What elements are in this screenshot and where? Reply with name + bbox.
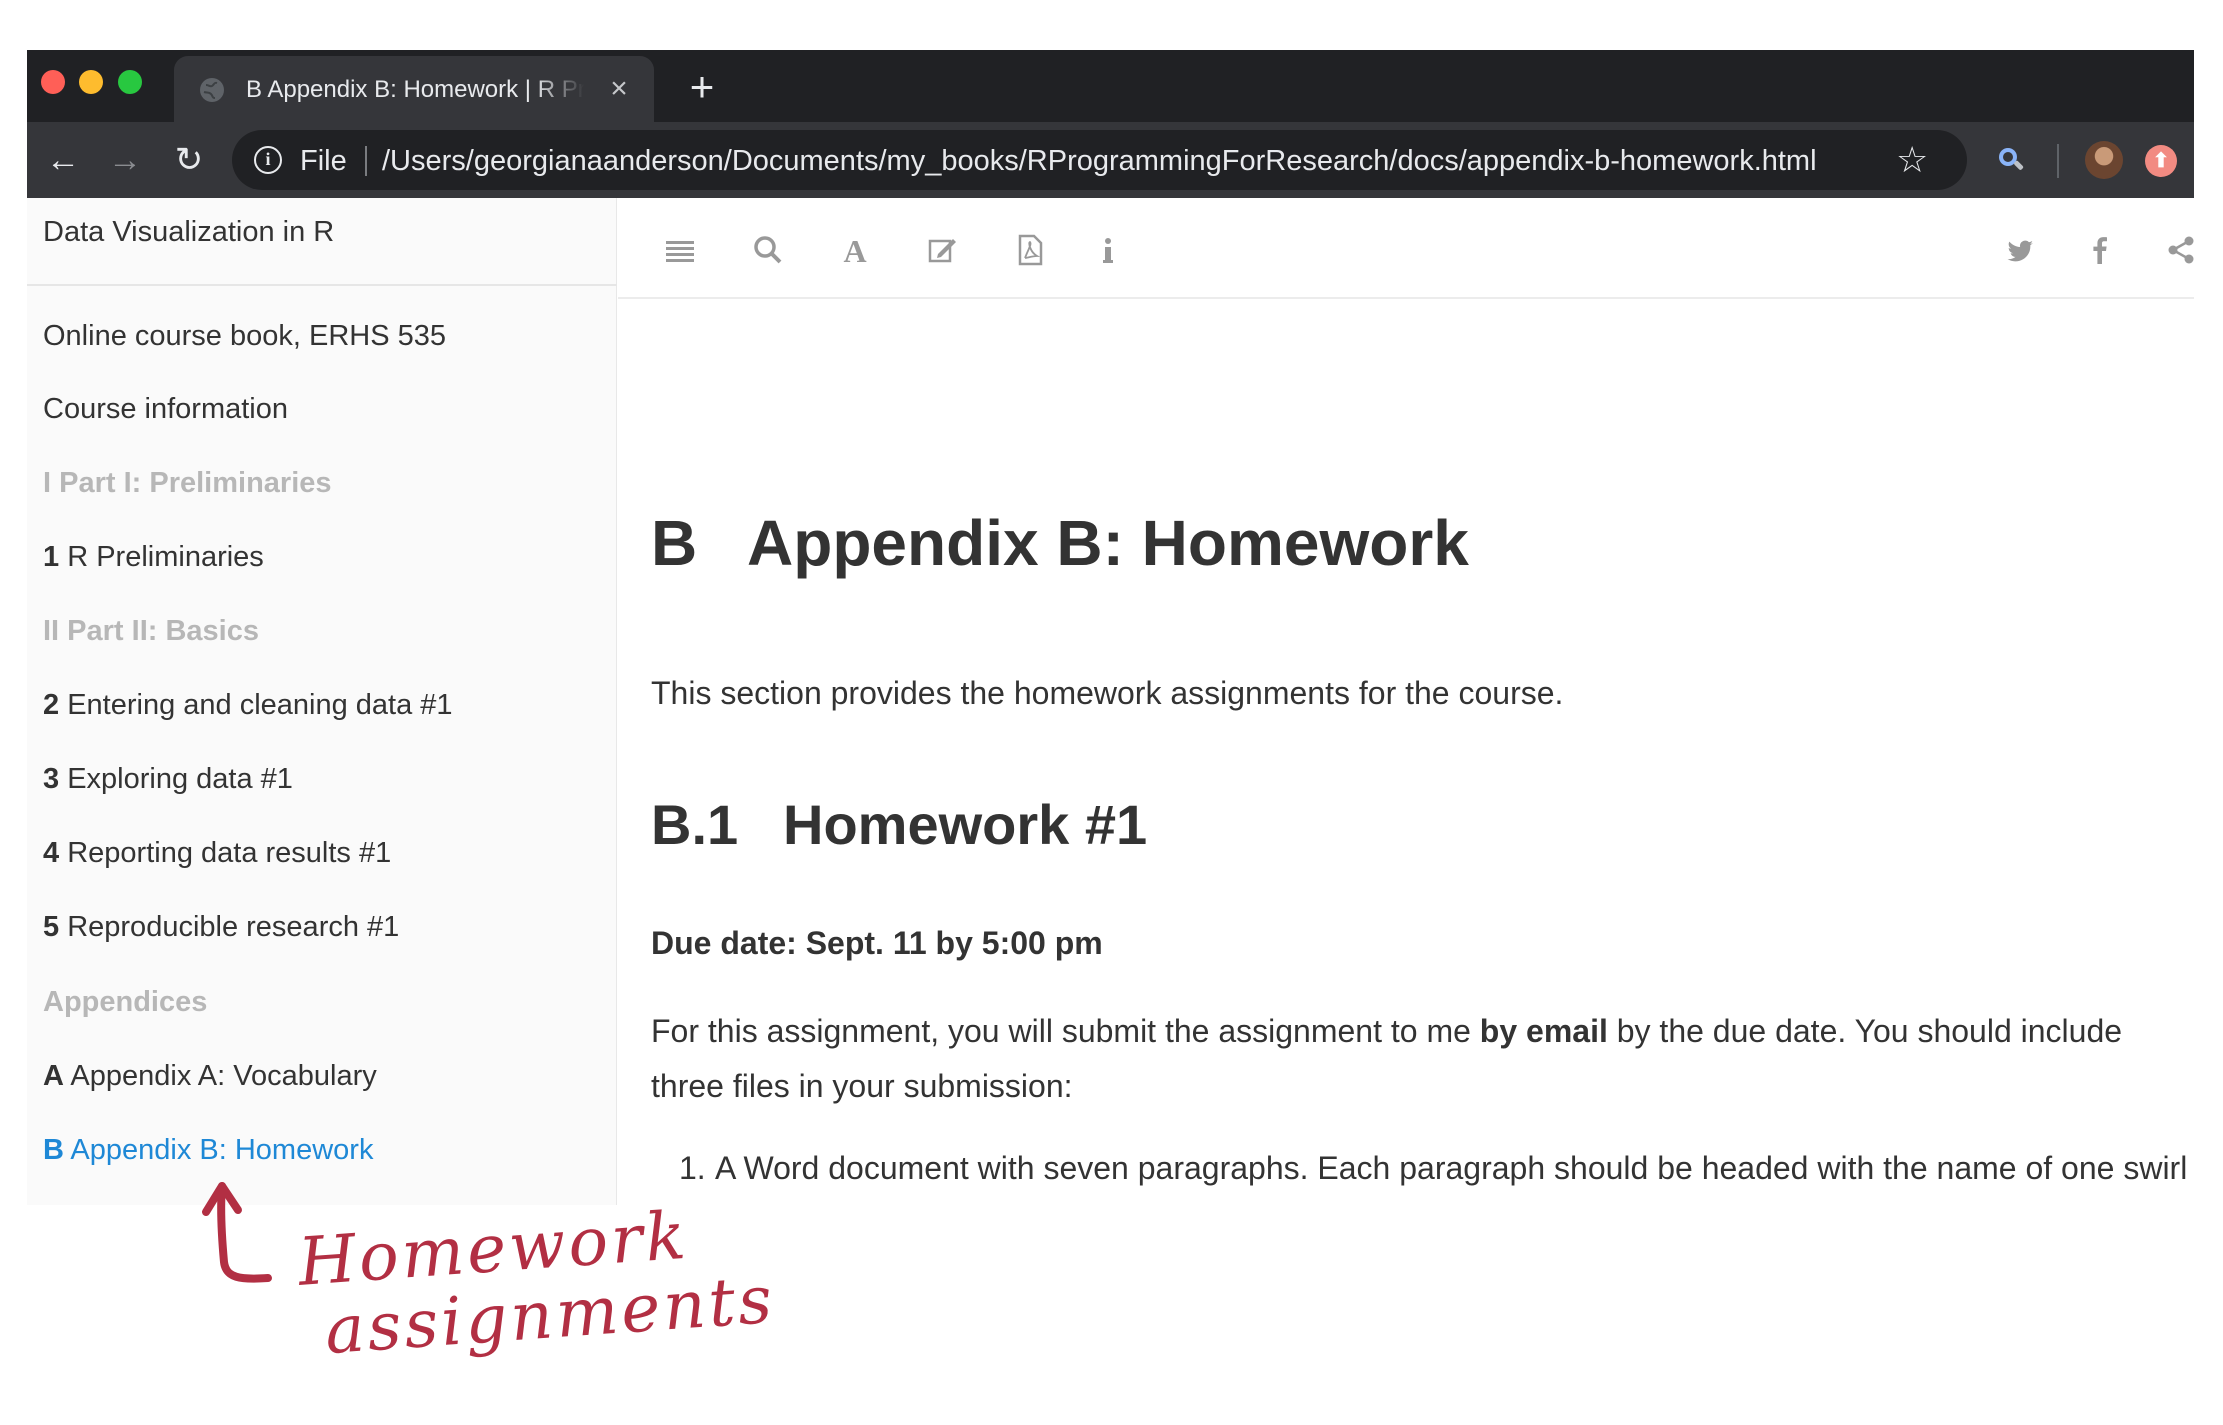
sidebar-part-appendices: Appendices (43, 986, 208, 1018)
due-date: Due date: Sept. 11 by 5:00 pm (651, 925, 1103, 961)
bookmark-star-icon[interactable]: ☆ (1896, 140, 1928, 180)
intro-paragraph: This section provides the homework assig… (651, 675, 1564, 711)
back-button[interactable]: ← (41, 138, 85, 182)
chapter-number: 5 (43, 911, 60, 943)
sidebar-item-exploring-data[interactable]: 3 Exploring data #1 (43, 761, 293, 797)
sidebar-part-preliminaries: I Part I: Preliminaries (43, 467, 332, 499)
font-settings-icon[interactable]: A (835, 230, 875, 270)
pdf-download-icon[interactable] (1010, 230, 1050, 270)
sidebar-item-course-information[interactable]: Course information (43, 391, 288, 427)
close-window-button[interactable] (41, 70, 65, 94)
chapter-number: 2 (43, 689, 60, 721)
book-title[interactable]: Data Visualization in R (43, 214, 334, 250)
url-scheme: File (300, 145, 347, 177)
url-separator (365, 146, 367, 176)
chapter-label: Appendix B: Homework (70, 1134, 374, 1166)
sidebar-item-appendix-b[interactable]: B Appendix B: Homework (43, 1132, 373, 1168)
site-info-icon[interactable]: i (254, 146, 282, 174)
chapter-number: B (43, 1134, 64, 1166)
chapter-number: A (43, 1060, 64, 1092)
chapter-number: B (651, 507, 698, 579)
chapter-title: B Appendix B: Homework (651, 505, 1469, 581)
chapter-label: Appendix A: Vocabulary (70, 1060, 377, 1092)
chapter-label: R Preliminaries (67, 541, 264, 573)
page-viewport: Data Visualization in R Online course bo… (27, 198, 2194, 1205)
url-text[interactable]: /Users/georgianaanderson/Documents/my_bo… (382, 145, 1817, 177)
book-sidebar: Data Visualization in R Online course bo… (27, 198, 617, 1205)
tab-strip: B Appendix B: Homework | R Pr × + (27, 50, 2194, 122)
forward-button[interactable]: → (103, 138, 147, 182)
sidebar-item-entering-cleaning-data[interactable]: 2 Entering and cleaning data #1 (43, 687, 453, 723)
sidebar-item-online-course-book[interactable]: Online course book, ERHS 535 (43, 318, 446, 354)
sidebar-item-r-preliminaries[interactable]: 1 R Preliminaries (43, 539, 264, 575)
tab-active[interactable]: B Appendix B: Homework | R Pr × (174, 56, 654, 122)
section-number: B.1 (651, 793, 739, 856)
update-icon[interactable]: ⬆ (2145, 145, 2177, 177)
info-icon[interactable] (1088, 230, 1128, 270)
browser-window: B Appendix B: Homework | R Pr × + ← → ↻ … (27, 50, 2194, 1205)
profile-avatar[interactable] (2085, 141, 2123, 179)
chapter-label: Reproducible research #1 (67, 911, 400, 943)
toc-toggle-icon[interactable] (660, 230, 700, 270)
maximize-window-button[interactable] (118, 70, 142, 94)
globe-icon (200, 78, 224, 102)
browser-toolbar: ← → ↻ i File /Users/georgianaanderson/Do… (27, 122, 2194, 198)
chapter-label: Reporting data results #1 (67, 837, 392, 869)
sidebar-divider (27, 284, 617, 286)
share-icon[interactable] (2161, 230, 2194, 270)
sidebar-item-appendix-a[interactable]: A Appendix A: Vocabulary (43, 1058, 377, 1094)
sidebar-item-reporting-data-results[interactable]: 4 Reporting data results #1 (43, 835, 391, 871)
chapter-label: Exploring data #1 (67, 763, 293, 795)
search-icon[interactable] (748, 230, 788, 270)
close-tab-icon[interactable]: × (604, 74, 634, 104)
chapter-label: Entering and cleaning data #1 (67, 689, 453, 721)
chapter-title-text: Appendix B: Homework (747, 507, 1469, 579)
reload-button[interactable]: ↻ (167, 138, 211, 182)
handwritten-annotation: Homework assignments (200, 1180, 777, 1425)
facebook-icon[interactable] (2080, 230, 2120, 270)
emphasis-by-email: by email (1479, 1013, 1608, 1049)
extension-icon[interactable] (1995, 144, 2027, 176)
chapter-number: 3 (43, 763, 60, 795)
toolbar-divider (2057, 144, 2059, 178)
annotation-text: Homework assignments (296, 1195, 778, 1369)
new-tab-button[interactable]: + (682, 66, 722, 108)
edit-icon[interactable] (923, 230, 963, 270)
chapter-number: 1 (43, 541, 60, 573)
sidebar-item-reproducible-research[interactable]: 5 Reproducible research #1 (43, 909, 399, 945)
submission-paragraph: For this assignment, you will submit the… (651, 1013, 2123, 1104)
section-title: B.1 Homework #1 (651, 791, 1147, 859)
list-item: A Word document with seven paragraphs. E… (715, 1150, 2188, 1186)
twitter-icon[interactable] (2000, 230, 2040, 270)
address-bar[interactable]: i File /Users/georgianaanderson/Document… (232, 130, 1967, 190)
book-header: A (618, 198, 2194, 299)
minimize-window-button[interactable] (79, 70, 103, 94)
sidebar-part-basics: II Part II: Basics (43, 615, 259, 647)
section-title-text: Homework #1 (783, 793, 1148, 856)
svg-text:A: A (843, 233, 866, 269)
chapter-number: 4 (43, 837, 60, 869)
